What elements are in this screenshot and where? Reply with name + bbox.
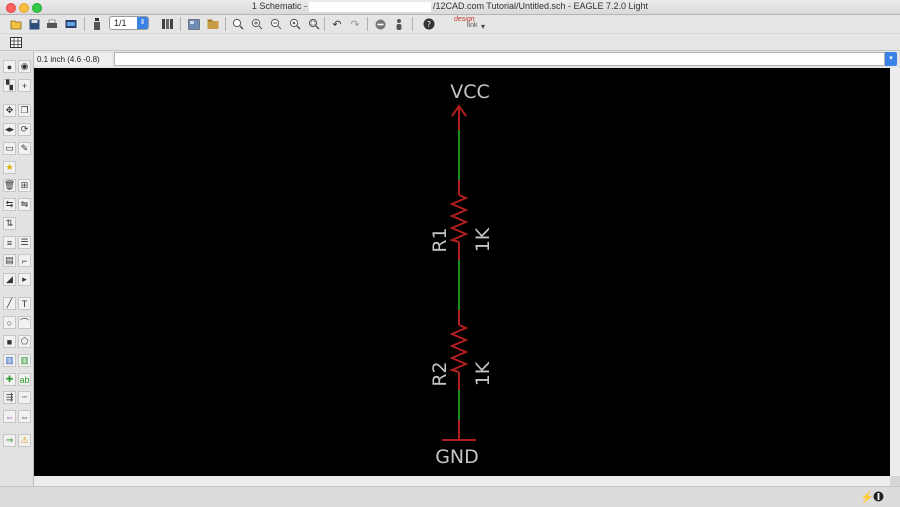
vcc-supply-symbol[interactable]	[451, 104, 467, 130]
command-history-dropdown-icon[interactable]: ▾	[885, 52, 897, 66]
status-bar: ⚡	[0, 486, 900, 507]
label-icon[interactable]: ab	[18, 373, 31, 386]
command-row: 0.1 inch (4.6 -0.8) ▾	[0, 51, 900, 68]
parameter-toolbar	[0, 34, 900, 51]
design-link-button[interactable]: design link ▾	[451, 16, 491, 32]
paste-icon[interactable]: ★	[3, 161, 16, 174]
circle-icon[interactable]: ○	[3, 316, 16, 329]
invoke-icon[interactable]: ▸	[18, 273, 31, 286]
coordinate-display: 0.1 inch (4.6 -0.8)	[34, 53, 112, 66]
bus-icon[interactable]: ▥	[3, 354, 16, 367]
chevron-down-icon: ▾	[481, 22, 486, 31]
save-icon[interactable]	[26, 16, 42, 32]
frame-icon[interactable]: ⇔	[3, 410, 16, 423]
stop-icon[interactable]	[372, 16, 388, 32]
use-library-icon[interactable]	[160, 16, 176, 32]
module-icon[interactable]: ⇔	[18, 410, 31, 423]
go-icon[interactable]	[391, 16, 407, 32]
attribute-icon[interactable]: ⇶	[3, 391, 16, 404]
redo-icon[interactable]: ↷	[347, 16, 363, 32]
tool-palette: ● ◉ ▚ + ✥ ❐ ◂▸ ⟳ ▭ ✎ ★ 🗑 ⊞ ⇆ ⇋ ⇅ ≡ ☰ ▤ ⌐…	[0, 52, 34, 486]
miter-icon[interactable]: ⌐	[18, 254, 31, 267]
r1-name-label: R1	[429, 227, 451, 252]
r2-value-label: 1K	[472, 361, 494, 386]
window-title-suffix: /12CAD.com Tutorial/Untitled.sch - EAGLE…	[432, 1, 649, 11]
title-bar: 1 Schematic - /12CAD.com Tutorial/Untitle…	[0, 0, 900, 15]
delete-icon[interactable]: 🗑	[3, 179, 16, 192]
arc-icon[interactable]: ⌒	[18, 316, 31, 329]
design-check-icon[interactable]	[205, 16, 221, 32]
gateswap-icon[interactable]: ⇋	[18, 198, 31, 211]
print-icon[interactable]	[44, 16, 60, 32]
redacted-path	[308, 1, 431, 12]
change-icon[interactable]: ✎	[18, 142, 31, 155]
zoom-select-icon[interactable]	[306, 16, 322, 32]
rect-icon[interactable]: ■	[3, 335, 16, 348]
resistor-r2[interactable]	[449, 310, 469, 390]
errors-icon[interactable]: ⚠	[18, 434, 31, 447]
copy-icon[interactable]: ❐	[18, 104, 31, 117]
main-toolbar: 1/1 ⇕ ↶ ↷ ? design link ▾	[0, 15, 900, 33]
move-icon[interactable]: ✥	[3, 104, 16, 117]
dimension-icon[interactable]: ┄	[18, 391, 31, 404]
gnd-supply-symbol[interactable]	[442, 420, 476, 441]
vcc-label: VCC	[450, 81, 490, 103]
sheet-icon[interactable]	[89, 16, 105, 32]
grid-icon[interactable]	[8, 34, 24, 50]
switch-to-board-icon[interactable]	[186, 16, 202, 32]
sheet-select[interactable]: 1/1 ⇕	[109, 16, 149, 30]
sheet-select-value: 1/1	[114, 18, 127, 28]
schematic-drawing: VCC R1 1K R2 1K GND	[429, 81, 494, 468]
junction-icon[interactable]: ✚	[3, 373, 16, 386]
svg-text:?: ?	[427, 20, 431, 29]
mirror-icon[interactable]: ◂▸	[3, 123, 16, 136]
replace-icon[interactable]: ⇅	[3, 217, 16, 230]
schematic-canvas[interactable]: VCC R1 1K R2 1K GND	[34, 68, 890, 476]
value-icon[interactable]: ☰	[18, 236, 31, 249]
smash-icon[interactable]: ▤	[3, 254, 16, 267]
add-icon[interactable]: ⊞	[18, 179, 31, 192]
polygon-icon[interactable]: ⬠	[18, 335, 31, 348]
r2-name-label: R2	[429, 361, 451, 386]
cam-processor-icon[interactable]	[63, 16, 79, 32]
r1-value-label: 1K	[472, 227, 494, 252]
window-title: 1 Schematic - /12CAD.com Tutorial/Untitle…	[0, 1, 900, 12]
display-layers-icon[interactable]: ▚	[3, 79, 16, 92]
net-icon[interactable]: ▥	[18, 354, 31, 367]
text-icon[interactable]: T	[18, 297, 31, 310]
rotate-icon[interactable]: ⟳	[18, 123, 31, 136]
erc-icon[interactable]: ⇒	[3, 434, 16, 447]
zoom-out-icon[interactable]	[268, 16, 284, 32]
vertical-scrollbar[interactable]	[890, 68, 900, 476]
zoom-fit-icon[interactable]	[230, 16, 246, 32]
help-icon[interactable]: ?	[421, 16, 437, 32]
zoom-redraw-icon[interactable]	[287, 16, 303, 32]
info-icon[interactable]: ●	[3, 60, 16, 73]
split-icon[interactable]: ◢	[3, 273, 16, 286]
undo-icon[interactable]: ↶	[329, 16, 345, 32]
command-line-input[interactable]	[114, 52, 885, 66]
wire-icon[interactable]: ╱	[3, 297, 16, 310]
resistor-r1[interactable]	[449, 180, 469, 260]
sheet-select-arrow-icon[interactable]: ⇕	[137, 17, 148, 29]
zoom-in-icon[interactable]	[249, 16, 265, 32]
open-icon[interactable]	[8, 16, 24, 32]
mark-icon[interactable]: +	[18, 79, 31, 92]
status-info-icon[interactable]	[873, 491, 884, 505]
horizontal-scrollbar[interactable]	[34, 476, 890, 486]
pinswap-icon[interactable]: ⇆	[3, 198, 16, 211]
lightning-icon: ⚡	[860, 492, 874, 504]
group-icon[interactable]: ▭	[3, 142, 16, 155]
design-link-bottom-label: link	[467, 22, 478, 29]
gnd-label: GND	[435, 446, 479, 468]
name-icon[interactable]: ≡	[3, 236, 16, 249]
show-icon[interactable]: ◉	[18, 60, 31, 73]
window-title-prefix: 1 Schematic -	[251, 1, 307, 11]
